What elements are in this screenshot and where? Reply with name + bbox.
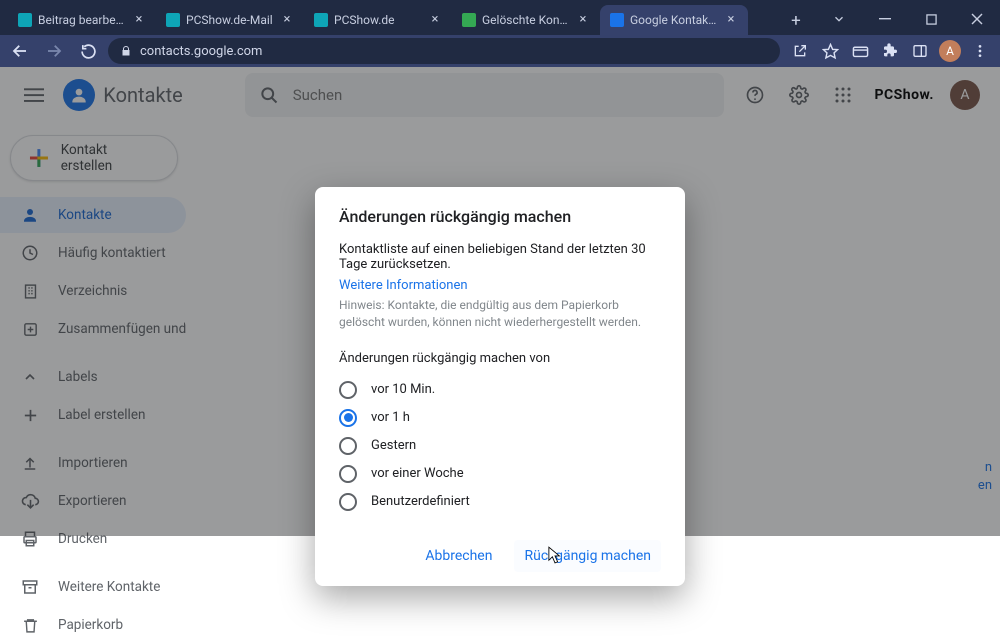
browser-tab[interactable]: PCShow.de × [304, 5, 452, 35]
trash-icon [20, 615, 40, 635]
undo-time-option[interactable]: Benutzerdefiniert [339, 488, 661, 516]
sidebar-item-label: Weitere Kontakte [58, 579, 160, 595]
nav-reload-button[interactable] [74, 37, 102, 65]
undo-changes-dialog: Änderungen rückgängig machen Kontaktlist… [315, 187, 685, 586]
nav-forward-button[interactable] [40, 37, 68, 65]
dialog-title: Änderungen rückgängig machen [339, 207, 661, 226]
tab-close-icon[interactable]: × [428, 13, 442, 27]
browser-tab[interactable]: PCShow.de-Mail × [156, 5, 304, 35]
share-icon[interactable] [786, 37, 814, 65]
sidebar-item[interactable]: Papierkorb [0, 607, 186, 643]
undo-time-option[interactable]: Gestern [339, 432, 661, 460]
window-close-button[interactable] [954, 3, 1000, 35]
radio-icon [339, 465, 357, 483]
sidebar-item-label: Papierkorb [58, 617, 123, 633]
tab-close-icon[interactable]: × [724, 13, 738, 27]
dialog-subheading: Änderungen rückgängig machen von [339, 351, 661, 366]
chevron-down-icon[interactable] [816, 3, 862, 35]
sidebar-item[interactable]: Weitere Kontakte [0, 569, 186, 605]
radio-label: vor einer Woche [371, 466, 464, 481]
url-text: contacts.google.com [140, 44, 262, 59]
lock-icon [120, 45, 132, 57]
window-maximize-button[interactable] [908, 3, 954, 35]
radio-icon [339, 381, 357, 399]
tab-label: Beitrag bearbeiten „Gelöscht [38, 13, 126, 27]
tab-close-icon[interactable]: × [132, 13, 146, 27]
tab-label: Google Kontakte [630, 13, 718, 27]
window-minimize-button[interactable] [862, 3, 908, 35]
page-content: Kontakte PCShow. A Kontakt erstellen Kon… [0, 67, 1000, 536]
bookmark-star-icon[interactable] [816, 37, 844, 65]
tab-favicon [610, 13, 624, 27]
dialog-description: Kontaktliste auf einen beliebigen Stand … [339, 242, 661, 272]
tab-label: Gelöschte Kontakte wiederh [482, 13, 570, 27]
browser-titlebar: Beitrag bearbeiten „Gelöscht×PCShow.de-M… [0, 0, 1000, 35]
confirm-button[interactable]: Rückgängig machen [514, 540, 661, 572]
radio-icon [339, 493, 357, 511]
profile-avatar-small[interactable]: A [936, 37, 964, 65]
browser-tab[interactable]: Gelöschte Kontakte wiederh × [452, 5, 600, 35]
tab-close-icon[interactable]: × [280, 13, 294, 27]
archive-icon [20, 577, 40, 597]
tab-close-icon[interactable]: × [576, 13, 590, 27]
side-panel-icon[interactable] [906, 37, 934, 65]
browser-tab[interactable]: Beitrag bearbeiten „Gelöscht × [8, 5, 156, 35]
radio-label: vor 10 Min. [371, 382, 435, 397]
extensions-icon[interactable] [876, 37, 904, 65]
tab-favicon [166, 13, 180, 27]
undo-time-option[interactable]: vor einer Woche [339, 460, 661, 488]
browser-tab-strip: Beitrag bearbeiten „Gelöscht×PCShow.de-M… [0, 0, 776, 35]
dialog-hint: Hinweis: Kontakte, die endgültig aus dem… [339, 297, 661, 331]
browser-tab[interactable]: Google Kontakte × [600, 5, 748, 35]
more-info-link[interactable]: Weitere Informationen [339, 278, 468, 293]
payment-icon[interactable] [846, 37, 874, 65]
tab-favicon [314, 13, 328, 27]
undo-time-option[interactable]: vor 1 h [339, 404, 661, 432]
tab-favicon [462, 13, 476, 27]
new-tab-button[interactable]: + [782, 7, 810, 35]
url-field[interactable]: contacts.google.com [108, 38, 780, 64]
undo-time-option[interactable]: vor 10 Min. [339, 376, 661, 404]
radio-label: Benutzerdefiniert [371, 494, 470, 509]
radio-icon [339, 437, 357, 455]
nav-back-button[interactable] [6, 37, 34, 65]
radio-label: vor 1 h [371, 410, 410, 425]
radio-label: Gestern [371, 438, 416, 453]
tab-label: PCShow.de [334, 13, 422, 27]
browser-address-bar: contacts.google.com A [0, 35, 1000, 67]
window-controls [816, 3, 1000, 35]
radio-icon [339, 409, 357, 427]
cancel-button[interactable]: Abbrechen [415, 540, 502, 572]
tab-label: PCShow.de-Mail [186, 13, 274, 27]
kebab-menu-icon[interactable] [966, 37, 994, 65]
tab-favicon [18, 13, 32, 27]
